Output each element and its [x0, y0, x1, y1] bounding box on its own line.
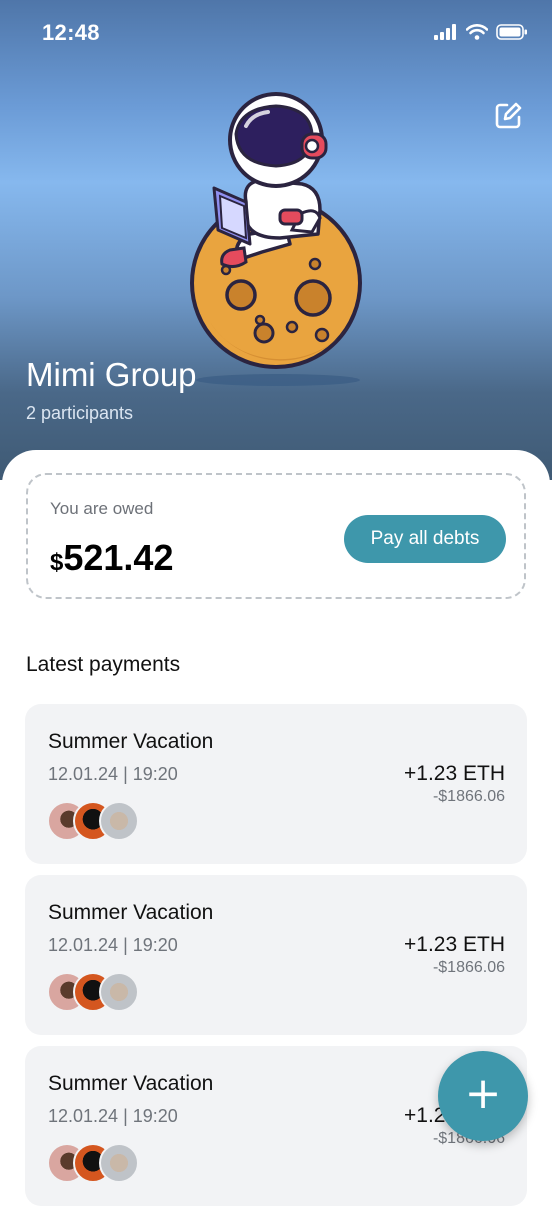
status-icons: [434, 24, 528, 40]
group-name: Mimi Group: [26, 356, 197, 393]
signal-icon: [434, 24, 456, 40]
payment-date: 12.01.24 | 19:20: [48, 764, 178, 784]
status-bar: 12:48: [0, 0, 552, 68]
astronaut-moon-illustration: [190, 92, 362, 386]
avatar: [99, 1143, 139, 1183]
edit-icon: [495, 102, 522, 129]
payment-card[interactable]: Summer Vacation 12.01.24 | 19:20 +1.23 E…: [25, 875, 527, 1035]
payment-crypto-amount: +1.23 ETH: [404, 933, 505, 956]
battery-icon: [496, 24, 527, 40]
avatar: [99, 972, 139, 1012]
group-header: 12:48 Mimi Group 2 participants: [0, 0, 552, 480]
payment-title: Summer Vacation: [48, 730, 214, 753]
balance-amount: $521.42: [50, 537, 173, 579]
payment-fiat-amount: -$1866.06: [432, 959, 505, 976]
payment-title: Summer Vacation: [48, 901, 214, 924]
payment-fiat-amount: -$1866.06: [432, 788, 505, 805]
pay-all-debts-button[interactable]: Pay all debts: [344, 515, 506, 563]
balance-currency: $: [50, 549, 64, 576]
payment-card[interactable]: Summer Vacation 12.01.24 | 19:20 +1.23 E…: [25, 704, 527, 864]
avatar: [99, 801, 139, 841]
payment-date: 12.01.24 | 19:20: [48, 1106, 178, 1126]
add-payment-button[interactable]: +: [438, 1051, 528, 1141]
balance-label: You are owed: [50, 499, 154, 518]
status-time: 12:48: [42, 20, 100, 45]
payment-crypto-amount: +1.23 ETH: [404, 762, 505, 785]
edit-group-button[interactable]: [490, 98, 526, 134]
payment-date: 12.01.24 | 19:20: [48, 935, 178, 955]
participants-count: 2 participants: [26, 403, 134, 423]
balance-value: 521.42: [63, 537, 174, 578]
latest-payments-title: Latest payments: [26, 653, 181, 676]
balance-card: You are owed $521.42 Pay all debts: [26, 473, 526, 599]
wifi-icon: [466, 24, 488, 40]
payment-title: Summer Vacation: [48, 1072, 214, 1095]
